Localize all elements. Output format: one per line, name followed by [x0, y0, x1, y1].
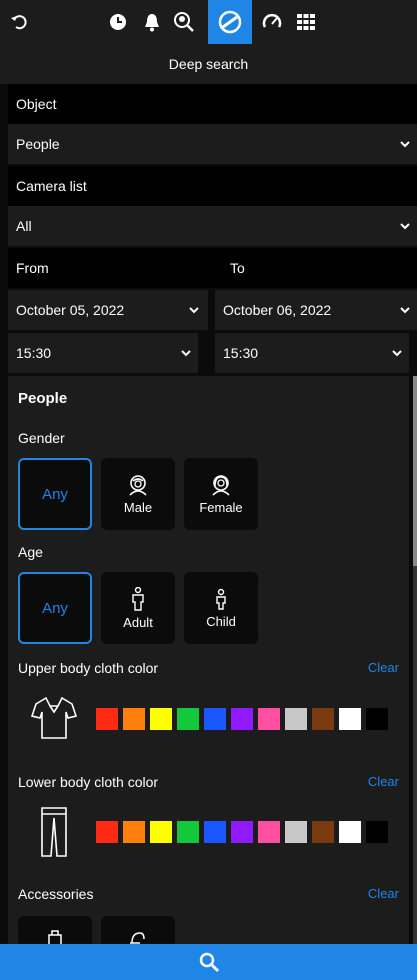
upper-color-label: Upper body cloth color — [18, 660, 159, 676]
title-bar: Deep search — [0, 44, 417, 84]
male-icon — [129, 474, 147, 496]
face-search-icon[interactable] — [168, 6, 200, 38]
hat-icon — [130, 932, 145, 944]
camera-value: All — [16, 218, 32, 234]
age-any-label: Any — [42, 599, 68, 617]
lower-color-swatch[interactable] — [123, 821, 145, 843]
upper-color-swatch[interactable] — [150, 708, 172, 730]
object-value: People — [16, 136, 60, 152]
accessory-hat-option[interactable] — [101, 916, 175, 944]
age-child-label: Child — [206, 613, 236, 629]
to-date-value: October 06, 2022 — [223, 302, 332, 318]
chevron-down-icon — [400, 307, 410, 314]
age-label: Age — [18, 544, 43, 560]
camera-label-row: Camera list — [8, 166, 417, 206]
age-adult-option[interactable]: Adult — [101, 572, 175, 644]
from-time-select[interactable]: 15:30 — [8, 333, 198, 373]
lower-color-swatch[interactable] — [312, 821, 334, 843]
upper-color-swatch[interactable] — [312, 708, 334, 730]
chevron-down-icon — [392, 350, 402, 357]
lower-color-swatch[interactable] — [96, 821, 118, 843]
accessories-label: Accessories — [18, 886, 94, 902]
upper-color-swatch[interactable] — [285, 708, 307, 730]
bag-icon — [48, 930, 62, 944]
upper-color-swatch[interactable] — [231, 708, 253, 730]
age-any-option[interactable]: Any — [18, 572, 92, 644]
lower-color-swatch[interactable] — [285, 821, 307, 843]
object-label-row: Object — [8, 84, 417, 124]
deep-search-icon[interactable] — [208, 0, 252, 44]
people-panel: People Gender Any Male Female Age Any Ad… — [8, 376, 409, 944]
accessory-bag-option[interactable] — [18, 916, 92, 944]
object-label: Object — [16, 96, 57, 112]
shirt-icon — [30, 696, 78, 739]
lower-color-swatch[interactable] — [204, 821, 226, 843]
adult-icon — [132, 586, 144, 611]
bell-icon[interactable] — [136, 6, 168, 38]
upper-color-swatch[interactable] — [177, 708, 199, 730]
lower-color-swatch[interactable] — [177, 821, 199, 843]
accessories-clear-button[interactable]: Clear — [368, 886, 399, 901]
gender-female-label: Female — [199, 499, 243, 515]
people-title: People — [18, 390, 68, 407]
upper-color-swatch[interactable] — [258, 708, 280, 730]
female-icon — [212, 474, 230, 496]
top-nav-bar — [0, 0, 417, 44]
upper-color-swatch[interactable] — [96, 708, 118, 730]
panel-scrollbar-thumb[interactable] — [413, 376, 417, 566]
from-date-select[interactable]: October 05, 2022 — [8, 290, 208, 330]
object-select[interactable]: People — [8, 124, 417, 164]
lower-color-swatch[interactable] — [150, 821, 172, 843]
gender-any-label: Any — [42, 485, 68, 503]
lower-color-swatch[interactable] — [231, 821, 253, 843]
from-date-value: October 05, 2022 — [16, 302, 125, 318]
camera-select[interactable]: All — [8, 206, 417, 246]
grid-icon[interactable] — [290, 6, 322, 38]
search-button[interactable] — [0, 944, 417, 980]
upper-color-swatch[interactable] — [123, 708, 145, 730]
lower-color-swatch[interactable] — [258, 821, 280, 843]
page-title: Deep search — [168, 56, 249, 72]
gender-any-option[interactable]: Any — [18, 458, 92, 530]
lower-color-swatch[interactable] — [366, 821, 388, 843]
gender-female-option[interactable]: Female — [184, 458, 258, 530]
to-time-value: 15:30 — [223, 345, 259, 361]
clock-icon[interactable] — [102, 6, 134, 38]
chevron-down-icon — [400, 223, 410, 230]
gender-label: Gender — [18, 430, 65, 446]
from-label: From — [16, 260, 49, 276]
pants-icon — [41, 807, 67, 857]
child-icon — [216, 588, 226, 610]
lower-color-swatch[interactable] — [339, 821, 361, 843]
chevron-down-icon — [400, 141, 410, 148]
undo-icon[interactable] — [4, 6, 36, 38]
camera-label: Camera list — [16, 178, 87, 194]
chevron-down-icon — [181, 350, 191, 357]
upper-color-swatch[interactable] — [339, 708, 361, 730]
age-adult-label: Adult — [123, 614, 153, 630]
date-label-row: From To — [8, 248, 417, 288]
to-date-select[interactable]: October 06, 2022 — [215, 290, 417, 330]
chevron-down-icon — [189, 307, 199, 314]
gender-male-label: Male — [123, 499, 153, 515]
upper-color-swatch[interactable] — [204, 708, 226, 730]
to-time-select[interactable]: 15:30 — [215, 333, 409, 373]
lower-clear-button[interactable]: Clear — [368, 774, 399, 789]
search-icon — [199, 952, 219, 973]
age-child-option[interactable]: Child — [184, 572, 258, 644]
lower-color-label: Lower body cloth color — [18, 774, 159, 790]
to-label: To — [230, 260, 245, 276]
from-time-value: 15:30 — [16, 345, 52, 361]
speedometer-icon[interactable] — [256, 6, 288, 38]
upper-color-swatch[interactable] — [366, 708, 388, 730]
upper-clear-button[interactable]: Clear — [368, 660, 399, 675]
gender-male-option[interactable]: Male — [101, 458, 175, 530]
